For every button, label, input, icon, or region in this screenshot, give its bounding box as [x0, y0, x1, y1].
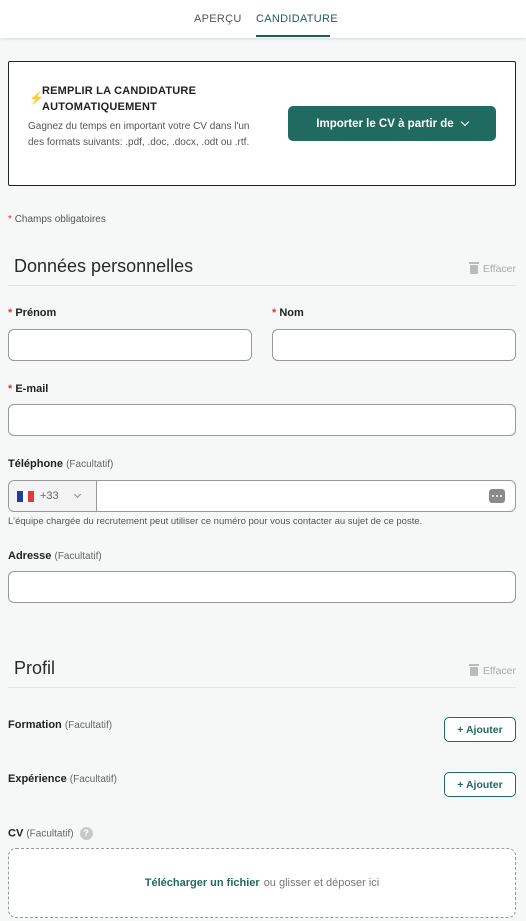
divider: [8, 285, 516, 286]
import-cv-label: Importer le CV à partir de: [316, 117, 454, 130]
cv-dropzone[interactable]: Télécharger un fichier ou glisser et dép…: [8, 848, 516, 918]
last-name-label: * Nom: [272, 307, 304, 319]
tab-bar: APERÇU CANDIDATURE: [0, 0, 526, 38]
education-label: Formation (Facultatif): [8, 719, 113, 731]
tab-application[interactable]: CANDIDATURE: [256, 13, 338, 25]
upload-hint: ou glisser et déposer ici: [263, 877, 380, 889]
chevron-down-icon: [460, 117, 469, 127]
address-label: Adresse (Facultatif): [8, 550, 102, 562]
cv-label: CV (Facultatif) ?: [8, 827, 93, 840]
active-tab-indicator: [256, 35, 330, 37]
section-title-profile: Profil: [14, 658, 56, 678]
chevron-down-icon: [73, 490, 81, 499]
first-name-label: * Prénom: [8, 307, 57, 319]
experience-label: Expérience (Facultatif): [8, 773, 117, 785]
last-name-input[interactable]: [272, 329, 516, 361]
import-cv-button[interactable]: Importer le CV à partir de: [288, 106, 496, 141]
first-name-input[interactable]: [8, 329, 252, 361]
address-input[interactable]: [8, 571, 516, 603]
clear-profile-button[interactable]: Effacer: [468, 663, 516, 677]
email-label: * E-mail: [8, 383, 49, 395]
autofill-title: REMPLIR LA CANDIDATURE AUTOMATIQUEMENT: [42, 85, 197, 113]
trash-icon: [468, 261, 479, 274]
phone-help-text: L'équipe chargée du recrutement peut uti…: [8, 516, 423, 527]
add-education-button[interactable]: + Ajouter: [444, 717, 516, 742]
section-title-personal: Données personnelles: [14, 256, 194, 276]
phone-label: Téléphone (Facultatif): [8, 458, 114, 470]
add-experience-button[interactable]: + Ajouter: [444, 772, 516, 797]
email-input[interactable]: [8, 404, 516, 436]
phone-field: +33: [8, 480, 516, 512]
upload-file-link[interactable]: Télécharger un fichier: [145, 877, 260, 889]
trash-icon: [468, 663, 479, 676]
france-flag-icon: [17, 490, 35, 502]
country-code-value: +33: [40, 490, 59, 502]
divider: [8, 687, 516, 688]
phone-input[interactable]: [98, 481, 478, 511]
autofill-description: Gagnez du temps en important votre CV da…: [28, 121, 250, 148]
help-icon[interactable]: ?: [79, 827, 93, 840]
autofill-panel: ⚡ REMPLIR LA CANDIDATURE AUTOMATIQUEMENT…: [8, 61, 516, 186]
tab-overview[interactable]: APERÇU: [194, 13, 242, 25]
clear-personal-button[interactable]: Effacer: [468, 261, 516, 275]
autofill-dots-icon[interactable]: [489, 489, 505, 503]
country-code-select[interactable]: +33: [9, 481, 97, 511]
required-fields-note: * Champs obligatoires: [8, 214, 106, 225]
